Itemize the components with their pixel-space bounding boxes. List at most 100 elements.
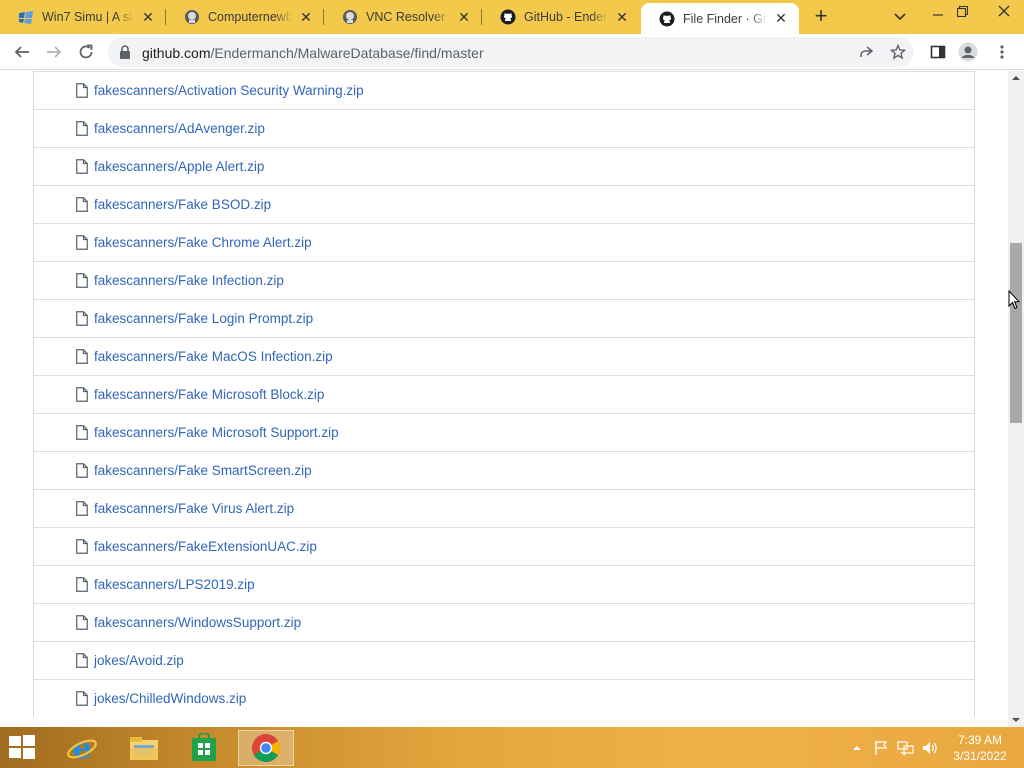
file-path-link[interactable]: fakescanners/Fake Infection.zip [94,273,284,288]
file-result-row[interactable]: fakescanners/Fake SmartScreen.zip [34,451,974,489]
file-path-link[interactable]: jokes/Avoid.zip [94,653,184,668]
close-window-icon[interactable] [984,0,1024,22]
taskbar-internet-explorer[interactable]: e [54,730,110,766]
file-path-link[interactable]: fakescanners/Activation Security Warning… [94,83,364,98]
taskbar-windows-store[interactable] [176,730,232,766]
url-path: /Endermanch/MalwareDatabase/find/master [210,45,484,61]
system-clock[interactable]: 7:39 AM 3/31/2022 [944,732,1016,764]
file-icon [74,159,90,175]
file-icon [74,83,90,99]
scroll-up-arrow-icon[interactable] [1008,71,1024,85]
start-button[interactable] [8,734,40,762]
file-result-row[interactable]: jokes/Avoid.zip [34,641,974,679]
tab-title: Win7 Simu | A sim [42,10,134,24]
taskbar-google-chrome[interactable] [238,730,294,766]
file-path-link[interactable]: fakescanners/FakeExtensionUAC.zip [94,539,317,554]
file-path-link[interactable]: fakescanners/Fake BSOD.zip [94,197,271,212]
show-hidden-icons-icon[interactable] [850,739,864,757]
url-host: github.com [142,45,211,61]
scrollbar-thumb[interactable] [1010,243,1022,423]
file-path-link[interactable]: jokes/ChilledWindows.zip [94,691,246,706]
vnc-resolver-favicon [342,9,358,25]
computernewb-favicon [184,9,200,25]
file-result-row[interactable]: fakescanners/Activation Security Warning… [34,71,974,109]
browser-toolbar: github.com/Endermanch/MalwareDatabase/fi… [0,34,1024,70]
file-path-link[interactable]: fakescanners/Fake Chrome Alert.zip [94,235,312,250]
clock-date: 3/31/2022 [953,749,1007,763]
github-favicon [659,11,675,27]
file-path-link[interactable]: fakescanners/AdAvenger.zip [94,121,265,136]
tab-computernewb[interactable]: Computernewb's ✕ [166,0,324,34]
forward-icon[interactable] [44,42,64,62]
tab-title: File Finder · GitH [683,11,767,26]
lock-icon[interactable] [119,45,131,64]
file-result-row[interactable]: jokes/ChilledWindows.zip [34,679,974,717]
profile-avatar-icon[interactable] [958,42,978,62]
clock-time: 7:39 AM [957,733,1003,747]
file-icon [74,653,90,669]
file-path-link[interactable]: fakescanners/Apple Alert.zip [94,159,264,174]
tab-title: VNC Resolver - B [366,10,450,24]
close-tab-icon[interactable]: ✕ [298,9,314,25]
tab-vnc-resolver[interactable]: VNC Resolver - B ✕ [324,0,482,34]
file-result-row[interactable]: fakescanners/Fake BSOD.zip [34,185,974,223]
file-icon [74,235,90,251]
file-result-row[interactable]: fakescanners/LPS2019.zip [34,565,974,603]
file-result-row[interactable]: fakescanners/Fake Login Prompt.zip [34,299,974,337]
file-result-row[interactable]: fakescanners/FakeExtensionUAC.zip [34,527,974,565]
tab-github-endermanch[interactable]: GitHub - Enderm ✕ [482,0,640,34]
svg-text:e: e [72,732,91,764]
close-tab-icon[interactable]: ✕ [614,9,630,25]
menu-kebab-icon[interactable] [992,42,1012,62]
file-result-row[interactable]: fakescanners/AdAvenger.zip [34,109,974,147]
file-icon [74,311,90,327]
tab-win7-simu[interactable]: Win7 Simu | A sim ✕ [0,0,166,34]
chrome-icon [252,734,280,762]
file-result-row[interactable]: fakescanners/Fake Infection.zip [34,261,974,299]
github-favicon [500,9,516,25]
volume-icon[interactable] [920,739,940,757]
file-path-link[interactable]: fakescanners/Fake Microsoft Support.zip [94,425,339,440]
share-icon[interactable] [856,42,876,62]
file-path-link[interactable]: fakescanners/Fake Login Prompt.zip [94,311,313,326]
file-result-row[interactable]: fakescanners/Fake Microsoft Support.zip [34,413,974,451]
file-icon [74,615,90,631]
file-path-link[interactable]: fakescanners/Fake Microsoft Block.zip [94,387,324,402]
close-tab-icon[interactable]: ✕ [140,9,156,25]
tab-title: GitHub - Enderm [524,10,608,24]
file-path-link[interactable]: fakescanners/Fake Virus Alert.zip [94,501,294,516]
side-panel-icon[interactable] [928,42,948,62]
file-icon [74,691,90,707]
tab-search-icon[interactable] [884,6,916,28]
file-path-link[interactable]: fakescanners/WindowsSupport.zip [94,615,301,630]
file-icon [74,577,90,593]
file-icon [74,463,90,479]
scroll-down-arrow-icon[interactable] [1008,713,1024,727]
file-result-row[interactable]: fakescanners/WindowsSupport.zip [34,603,974,641]
mouse-cursor-icon [1008,289,1021,315]
file-path-link[interactable]: fakescanners/LPS2019.zip [94,577,255,592]
back-icon[interactable] [12,42,32,62]
taskbar-file-explorer[interactable] [116,730,172,766]
file-result-row[interactable]: fakescanners/Fake Chrome Alert.zip [34,223,974,261]
file-result-row[interactable]: fakescanners/Fake Virus Alert.zip [34,489,974,527]
file-result-row[interactable]: fakescanners/Fake MacOS Infection.zip [34,337,974,375]
close-tab-icon[interactable]: ✕ [456,9,472,25]
file-path-link[interactable]: fakescanners/Fake SmartScreen.zip [94,463,312,478]
file-result-row[interactable]: fakescanners/Fake Microsoft Block.zip [34,375,974,413]
windows-taskbar: e 7:39 AM 3/31/2022 [0,727,1024,768]
address-bar[interactable]: github.com/Endermanch/MalwareDatabase/fi… [108,37,914,67]
tab-file-finder[interactable]: File Finder · GitH ✕ [641,3,799,34]
close-tab-icon[interactable]: ✕ [773,10,789,27]
file-icon [74,197,90,213]
action-center-flag-icon[interactable] [872,739,890,757]
file-icon [74,273,90,289]
file-result-row[interactable]: fakescanners/Apple Alert.zip [34,147,974,185]
bookmark-star-icon[interactable] [888,42,908,62]
new-tab-button[interactable]: + [808,5,834,29]
file-path-link[interactable]: fakescanners/Fake MacOS Infection.zip [94,349,333,364]
vertical-scrollbar[interactable] [1008,71,1024,727]
reload-icon[interactable] [76,42,96,62]
network-icon[interactable] [896,739,916,757]
restore-icon[interactable] [946,0,978,22]
